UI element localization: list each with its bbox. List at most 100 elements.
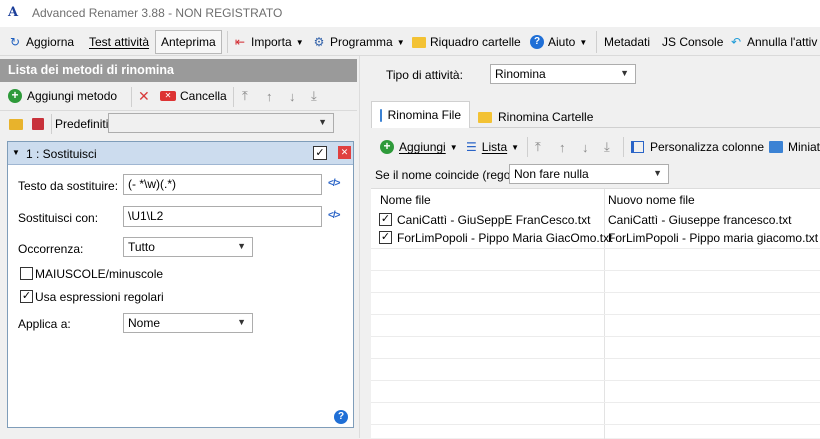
- help-label: Aiuto: [548, 35, 576, 49]
- save-icon: [32, 118, 44, 130]
- folder-pane-label: Riquadro cartelle: [430, 35, 521, 49]
- case-sensitive-checkbox[interactable]: [20, 267, 33, 280]
- add-method-button[interactable]: + Aggiungi metodo: [8, 86, 117, 106]
- help-icon[interactable]: ?: [334, 410, 348, 424]
- arrow-up-icon: ↑: [559, 139, 566, 155]
- move-down-button[interactable]: ↓: [582, 137, 589, 157]
- list-icon: ☰: [466, 140, 477, 154]
- customize-columns-button[interactable]: Personalizza colonne: [631, 137, 764, 157]
- apply-to-label: Applica a:: [18, 317, 71, 331]
- grid-line: [371, 358, 820, 359]
- panel-splitter[interactable]: [359, 56, 360, 438]
- row-checkbox[interactable]: ✓: [379, 231, 392, 244]
- new-filename-cell: ForLimPopoli - Pippo maria giacomo.txt: [608, 231, 819, 245]
- grid-line: [371, 292, 820, 293]
- import-button[interactable]: ⇤ Importa ▼: [233, 31, 304, 53]
- chevron-down-icon: ▼: [449, 142, 458, 152]
- cancel-button[interactable]: ✕ Cancella: [160, 86, 227, 106]
- move-top-button[interactable]: ⤒: [242, 86, 248, 106]
- task-type-value: Rinomina: [495, 67, 546, 81]
- tab-rename-folders[interactable]: Rinomina Cartelle: [470, 104, 601, 130]
- toolbar-divider: [227, 31, 228, 53]
- add-files-button[interactable]: + Aggiungi ▼: [380, 137, 458, 157]
- text-to-replace-input[interactable]: (- *\w)(.*): [123, 174, 322, 195]
- undo-button[interactable]: ↶ Annulla l'attiv: [729, 31, 817, 53]
- remove-method-icon[interactable]: ✕: [338, 146, 351, 159]
- help-icon: ?: [530, 35, 544, 49]
- delete-method-button[interactable]: ✕: [138, 86, 150, 106]
- move-to-bottom-icon: ⤓: [311, 88, 317, 103]
- undo-icon: ↶: [730, 35, 742, 49]
- move-up-button[interactable]: ↑: [266, 86, 273, 106]
- collision-rule-dropdown[interactable]: Non fare nulla ▼: [509, 164, 669, 184]
- method-card-header: ▼ 1 : Sostituisci ✓ ✕: [8, 142, 353, 165]
- cancel-label: Cancella: [180, 89, 227, 103]
- tab-rename-files[interactable]: Rinomina File: [371, 101, 470, 128]
- new-filename-cell: CaniCattì - Giuseppe francesco.txt: [608, 213, 792, 227]
- add-icon: +: [380, 140, 394, 154]
- grid-line: [371, 314, 820, 315]
- use-regex-checkbox[interactable]: ✓: [20, 290, 33, 303]
- folder-pane-button[interactable]: Riquadro cartelle: [412, 31, 521, 53]
- file-icon: [380, 108, 382, 122]
- column-header-filename[interactable]: Nome file: [380, 193, 431, 207]
- thumbnails-button[interactable]: Miniat: [769, 137, 820, 157]
- arrow-down-icon: ↓: [582, 139, 589, 155]
- apply-to-value: Nome: [128, 316, 161, 330]
- chevron-down-icon: ▼: [653, 168, 662, 178]
- thumbnails-label: Miniat: [788, 140, 820, 154]
- methods-panel-title: Lista dei metodi di rinomina: [8, 63, 174, 77]
- move-to-bottom-icon: ⤓: [604, 139, 610, 154]
- js-console-button[interactable]: JS Console: [662, 31, 723, 53]
- move-to-top-icon: ⤒: [535, 139, 541, 154]
- regex-icon[interactable]: </>: [328, 178, 341, 189]
- divider: [527, 137, 528, 157]
- refresh-button[interactable]: ↻ Aggiorna: [8, 31, 74, 53]
- collapse-icon[interactable]: ▼: [12, 148, 20, 157]
- close-icon: ✕: [138, 87, 150, 104]
- open-preset-button[interactable]: [9, 114, 23, 134]
- save-preset-button[interactable]: [32, 114, 44, 134]
- collision-rule-label: Se il nome coincide (regola):: [375, 168, 528, 182]
- presets-dropdown[interactable]: ▼: [108, 113, 334, 133]
- folder-icon: [412, 37, 426, 48]
- help-button[interactable]: ? Aiuto ▼: [530, 31, 587, 53]
- method-title: 1 : Sostituisci: [26, 147, 97, 161]
- grid-line: [371, 270, 820, 271]
- methods-panel-header: Lista dei metodi di rinomina: [0, 59, 357, 82]
- chevron-down-icon: ▼: [396, 37, 405, 47]
- row-checkbox[interactable]: ✓: [379, 213, 392, 226]
- occurrence-dropdown[interactable]: Tutto ▼: [123, 237, 253, 257]
- occurrence-value: Tutto: [128, 240, 155, 254]
- test-batch-button[interactable]: Test attività: [89, 31, 149, 53]
- method-enabled-checkbox[interactable]: ✓: [313, 146, 327, 160]
- list-view-label: Lista: [481, 140, 508, 154]
- schedule-button[interactable]: ⚙ Programma ▼: [312, 31, 405, 53]
- apply-to-dropdown[interactable]: Nome ▼: [123, 313, 253, 333]
- move-down-button[interactable]: ↓: [289, 86, 296, 106]
- divider: [623, 137, 624, 157]
- regex-icon[interactable]: </>: [328, 210, 341, 221]
- undo-label: Annulla l'attiv: [747, 35, 818, 49]
- chevron-down-icon: ▼: [237, 241, 246, 251]
- move-bottom-button[interactable]: ⤓: [311, 86, 317, 106]
- move-up-button[interactable]: ↑: [559, 137, 566, 157]
- table-row[interactable]: ✓ ForLimPopoli - Pippo Maria GiacOmo.txt…: [371, 229, 820, 247]
- preview-button[interactable]: Anteprima: [155, 30, 222, 54]
- collision-rule-value: Non fare nulla: [514, 167, 589, 181]
- metadata-button[interactable]: Metadati: [604, 31, 650, 53]
- columns-icon: [631, 141, 644, 153]
- occurrence-label: Occorrenza:: [18, 242, 84, 256]
- move-top-button[interactable]: ⤒: [535, 137, 541, 157]
- presets-label: Predefiniti:: [55, 117, 112, 131]
- customize-columns-label: Personalizza colonne: [650, 140, 765, 154]
- list-view-button[interactable]: ☰ Lista ▼: [466, 137, 519, 157]
- chevron-down-icon: ▼: [579, 37, 588, 47]
- task-type-label: Tipo di attività:: [386, 68, 463, 82]
- replace-with-input[interactable]: \U1\L2: [123, 206, 322, 227]
- task-type-dropdown[interactable]: Rinomina ▼: [490, 64, 636, 84]
- table-row[interactable]: ✓ CaniCattì - GiuSeppE FranCesco.txt Can…: [371, 211, 820, 229]
- column-header-new-filename[interactable]: Nuovo nome file: [608, 193, 695, 207]
- folder-icon: [478, 111, 492, 123]
- move-bottom-button[interactable]: ⤓: [604, 137, 610, 157]
